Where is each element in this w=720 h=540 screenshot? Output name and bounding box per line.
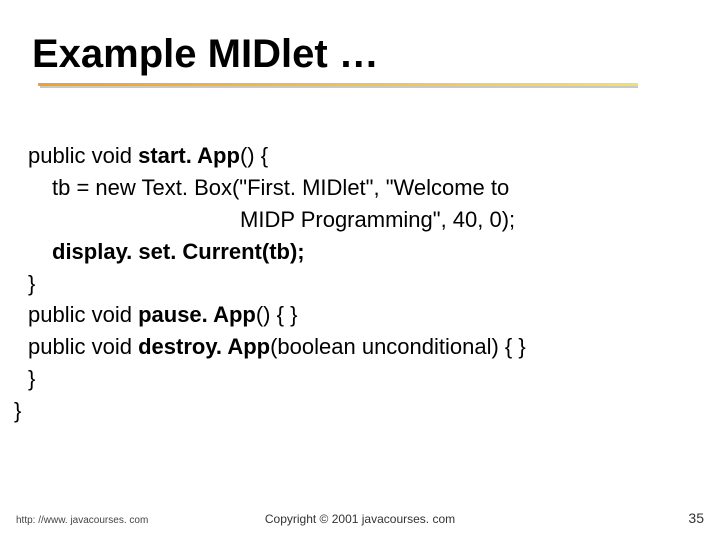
slide-title: Example MIDlet … xyxy=(32,32,688,77)
code-line: public void destroy. App(boolean uncondi… xyxy=(28,331,688,363)
code-text: public void xyxy=(28,334,138,359)
code-text-bold: destroy. App xyxy=(138,334,270,359)
code-line: public void start. App() { xyxy=(28,140,688,172)
code-line: MIDP Programming", 40, 0); xyxy=(28,204,688,236)
title-block: Example MIDlet … xyxy=(32,32,688,86)
code-line: } xyxy=(28,268,688,300)
code-line: } xyxy=(14,395,688,427)
code-text: (boolean unconditional) { } xyxy=(270,334,526,359)
code-line: public void pause. App() { } xyxy=(28,299,688,331)
code-text: () { xyxy=(240,143,268,168)
footer: http: //www. javacourses. com Copyright … xyxy=(16,510,704,526)
code-text: () { } xyxy=(256,302,298,327)
code-text: public void xyxy=(28,302,138,327)
code-line: } xyxy=(28,363,688,395)
code-text-bold: start. App xyxy=(138,143,240,168)
code-text: public void xyxy=(28,143,138,168)
code-body: public void start. App() { tb = new Text… xyxy=(28,140,688,427)
code-line: display. set. Current(tb); xyxy=(28,236,688,268)
title-underline xyxy=(38,83,638,86)
code-text-bold: pause. App xyxy=(138,302,256,327)
slide: Example MIDlet … public void start. App(… xyxy=(0,0,720,540)
footer-copyright: Copyright © 2001 javacourses. com xyxy=(16,512,704,526)
code-line: tb = new Text. Box("First. MIDlet", "Wel… xyxy=(28,172,688,204)
